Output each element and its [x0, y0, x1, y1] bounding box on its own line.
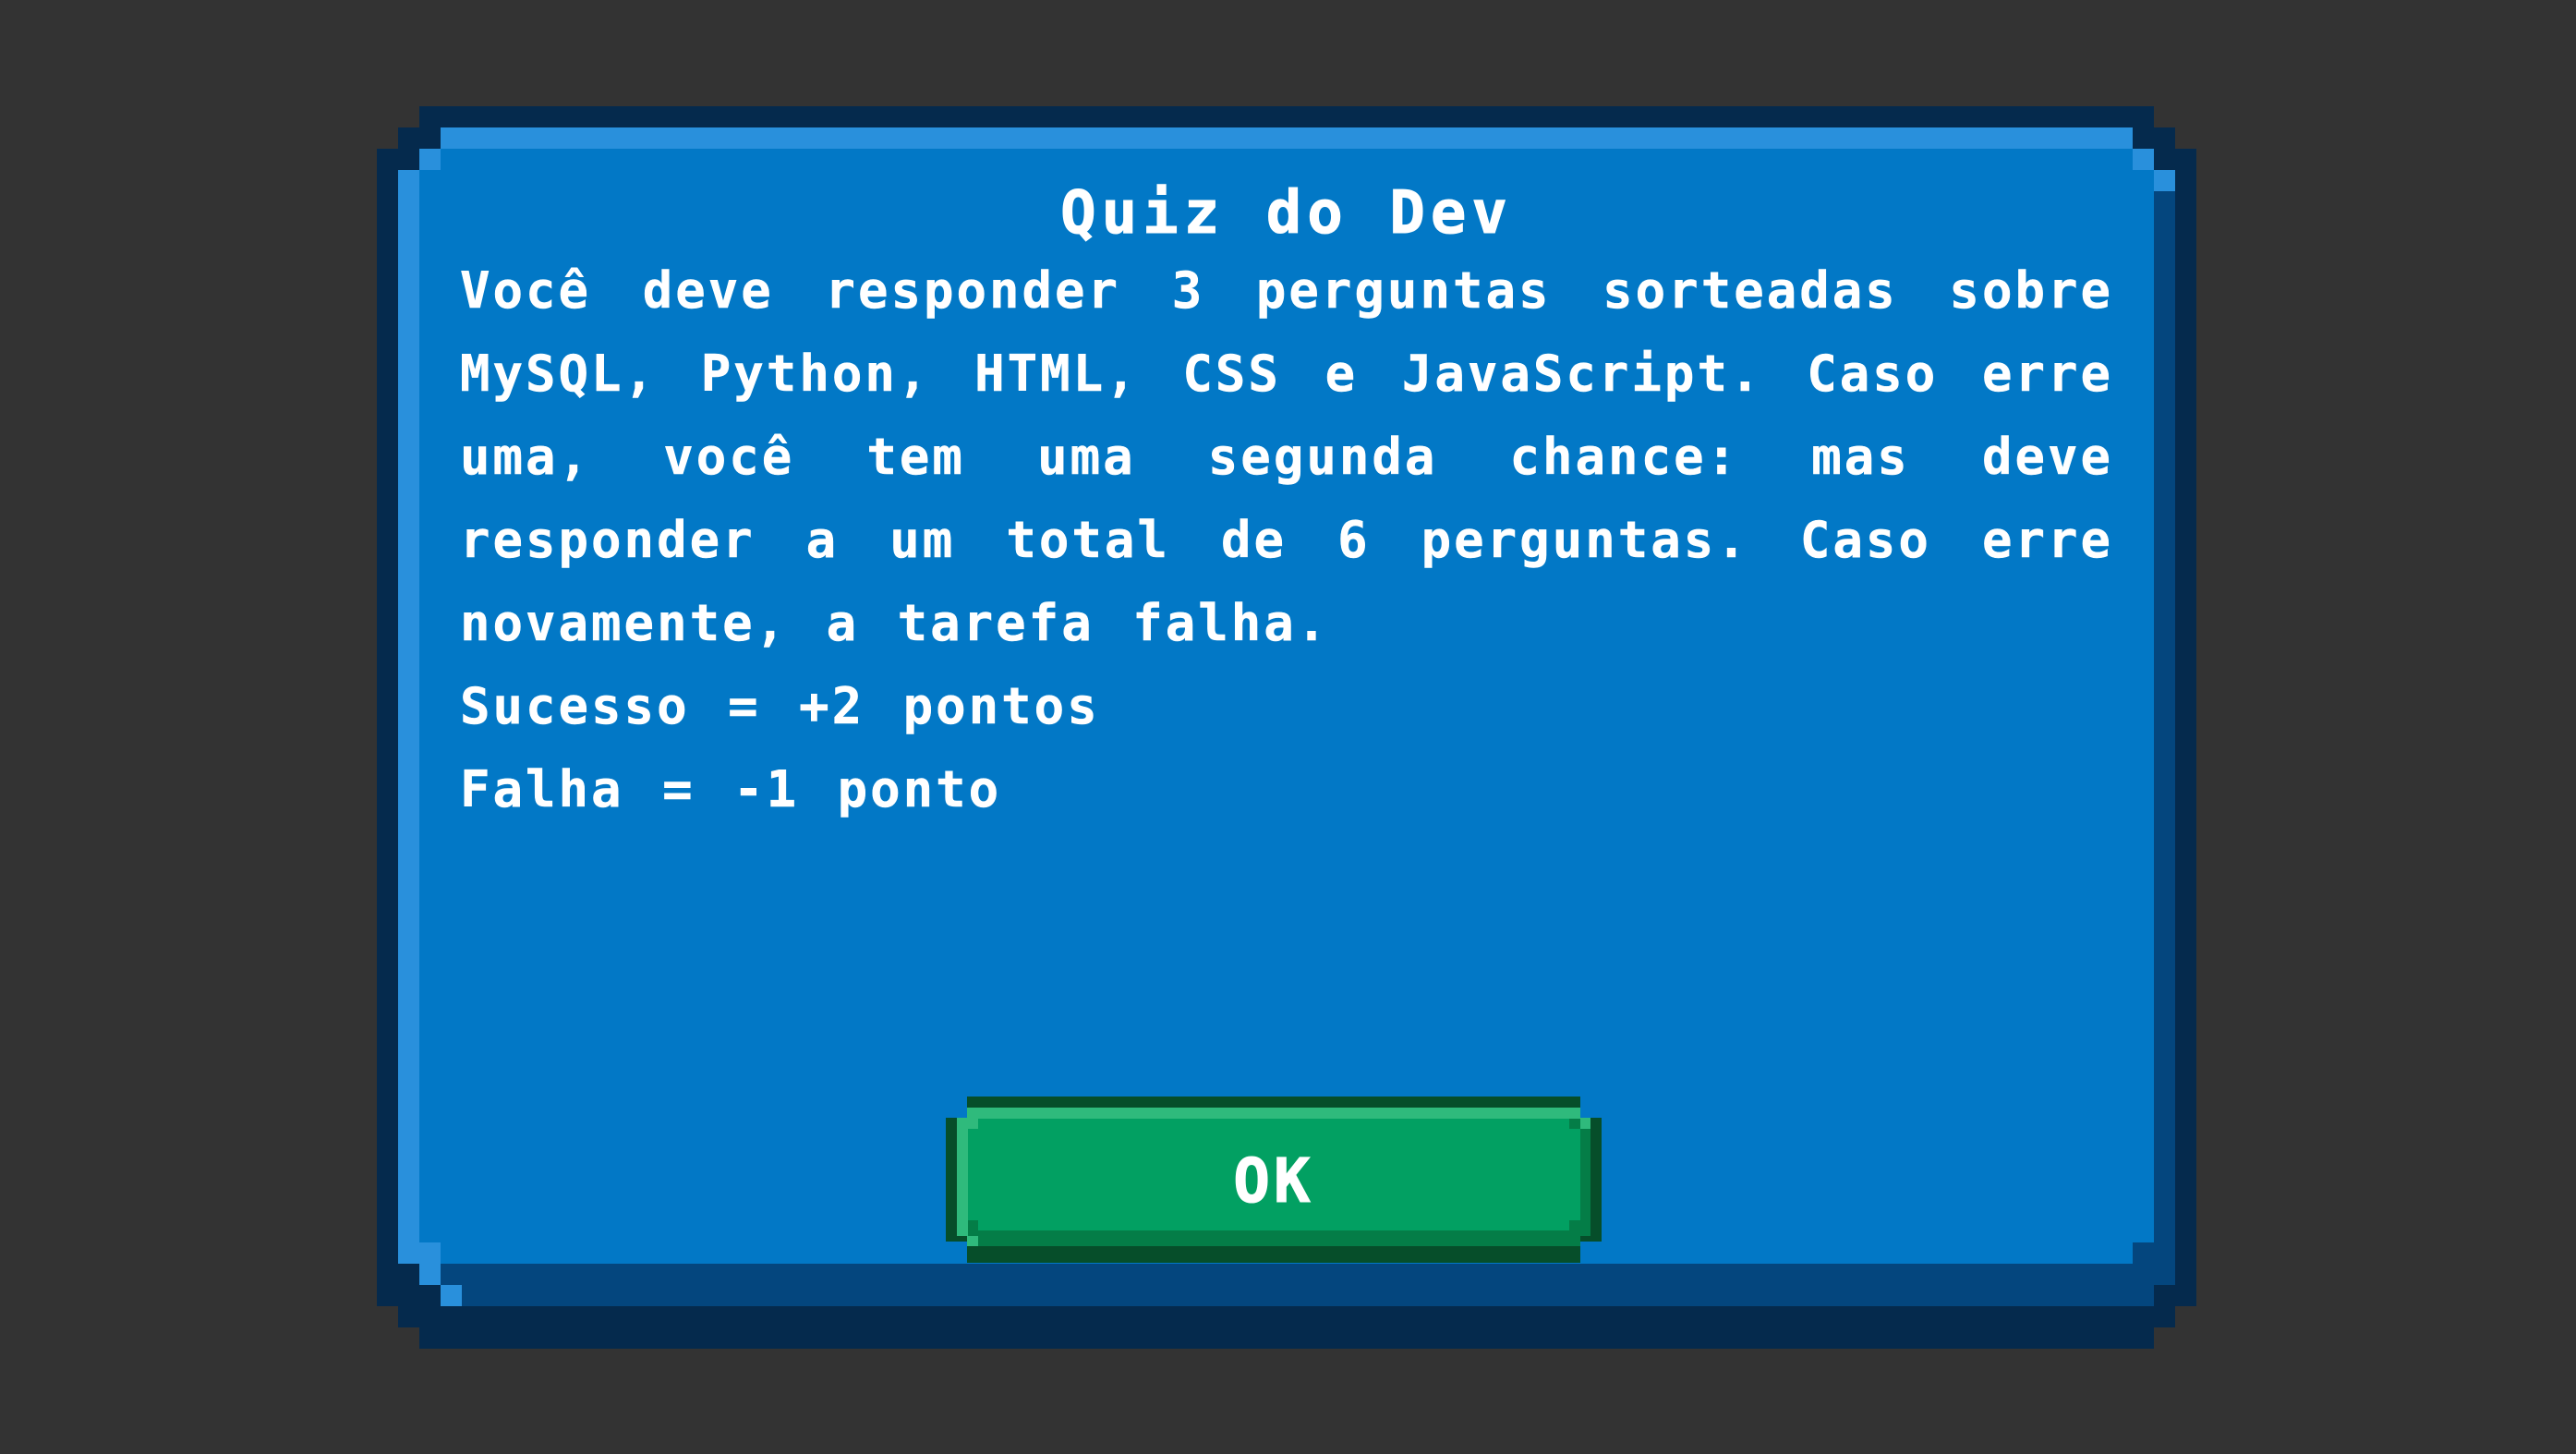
dialog-title: Quiz do Dev	[1060, 179, 1513, 248]
success-points-text: Sucesso = +2 pontos	[460, 677, 1100, 736]
dialog-content: Quiz do Dev Você deve responder 3 pergun…	[460, 143, 2113, 831]
game-screen: Quiz do Dev Você deve responder 3 pergun…	[0, 0, 2576, 1454]
ok-button[interactable]: OK	[946, 1097, 1602, 1263]
instructions-text: Você deve responder 3 perguntas sorteada…	[460, 261, 2113, 653]
ok-button-label: OK	[1233, 1145, 1314, 1217]
failure-points-text: Falha = -1 ponto	[460, 760, 1002, 819]
